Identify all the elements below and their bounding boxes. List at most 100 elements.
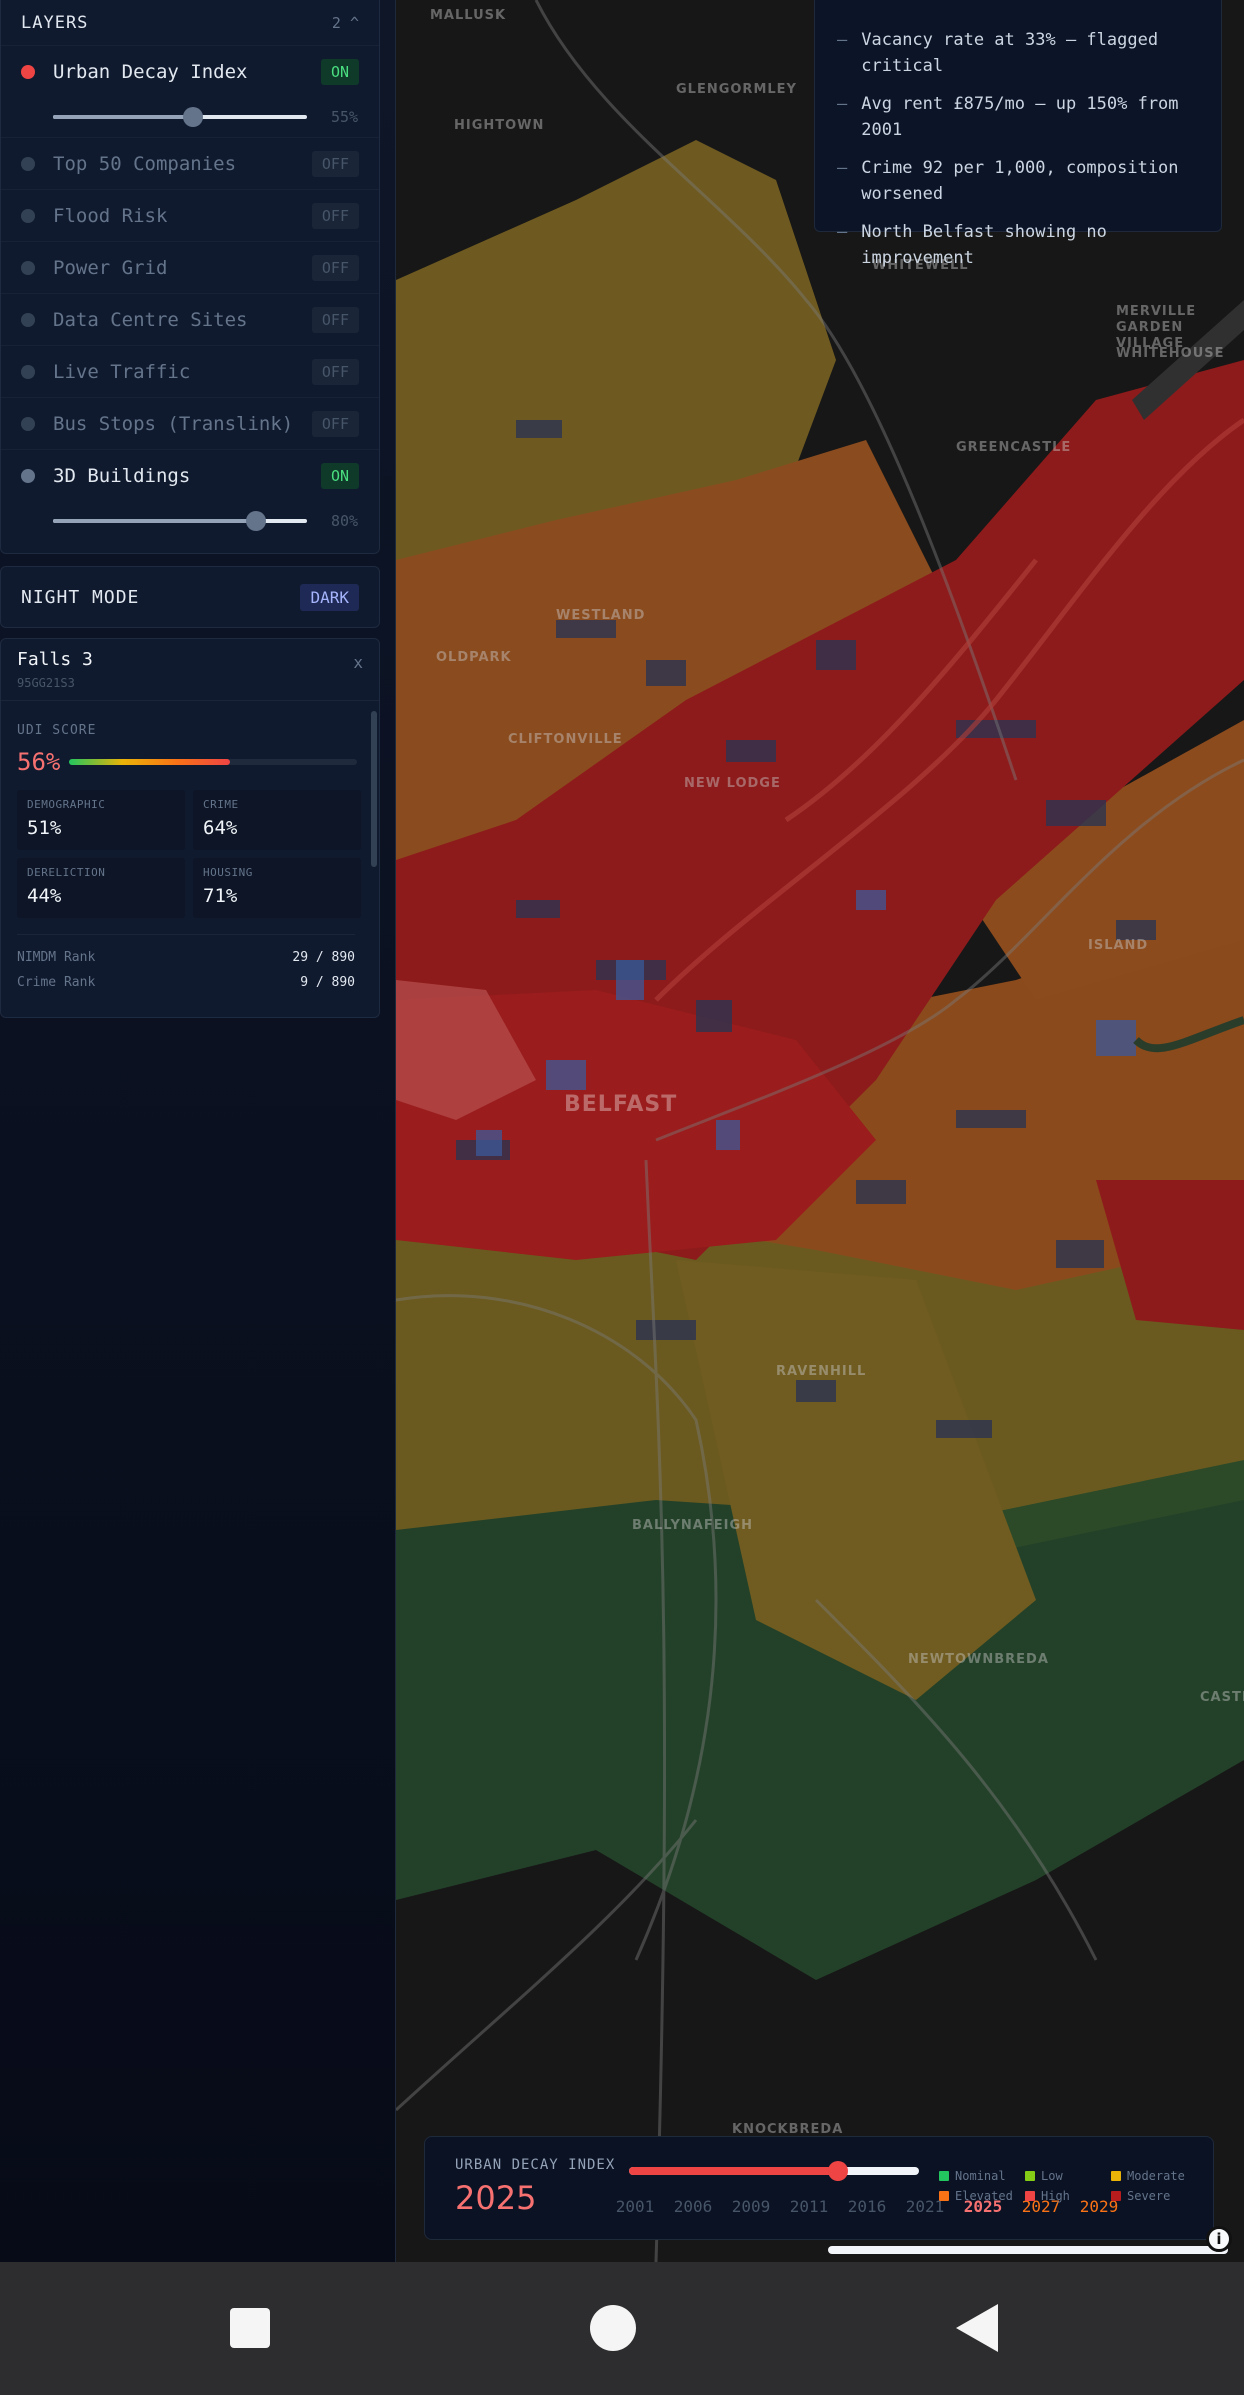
opacity-slider[interactable] [53, 511, 307, 531]
legend-item: Low [1025, 2169, 1063, 2183]
layers-title: LAYERS [21, 13, 89, 33]
layer-toggle[interactable]: ON [320, 462, 359, 489]
legend-swatch [1025, 2171, 1035, 2181]
bullet-dash: – [837, 158, 848, 178]
layers-header[interactable]: LAYERS 2 ^ [1, 1, 379, 45]
layer-row-data-centre-sites[interactable]: Data Centre Sites OFF [1, 293, 379, 345]
timeline-slider[interactable] [629, 2161, 919, 2181]
opacity-slider-thumb[interactable] [246, 511, 267, 531]
udi-score-row: 56% [17, 748, 379, 776]
legend-item: Severe [1111, 2189, 1170, 2203]
timeline-year-tick[interactable]: 2006 [674, 2197, 713, 2216]
layer-row-bus-stops[interactable]: Bus Stops (Translink) OFF [1, 397, 379, 449]
timeline-label: URBAN DECAY INDEX [455, 2157, 616, 2173]
metric-value: 64% [203, 817, 238, 839]
map-label: MERVILLE GARDEN VILLAGE [1116, 304, 1197, 351]
bullet-dash: – [837, 222, 848, 242]
opacity-value: 80% [331, 512, 359, 530]
legend-item: High [1025, 2189, 1070, 2203]
layer-status-dot [21, 156, 35, 171]
layer-toggle[interactable]: OFF [311, 306, 359, 333]
layer-toggle[interactable]: ON [320, 58, 359, 85]
timeline-year-tick[interactable]: 2011 [790, 2197, 829, 2216]
map-label: BELFAST [564, 1092, 678, 1117]
map-label: CASTLEREAGH [1200, 1690, 1244, 1705]
layer-row-3d-buildings[interactable]: 3D Buildings ON [1, 449, 379, 501]
timeline-year-tick[interactable]: 2016 [848, 2197, 887, 2216]
opacity-slider-fill [53, 115, 193, 119]
legend-item: Moderate [1111, 2169, 1185, 2183]
rank-value: 29 / 890 [292, 950, 355, 965]
layer-row-urban-decay-index[interactable]: Urban Decay Index ON [1, 45, 379, 97]
layer-name: Live Traffic [53, 360, 191, 383]
close-icon[interactable]: x [353, 653, 363, 672]
layer-name: Top 50 Companies [53, 152, 237, 175]
layer-toggle[interactable]: OFF [311, 358, 359, 385]
insight-text: Avg rent £875/mo — up 150% from 2001 [861, 94, 1179, 140]
map-label: WESTLAND [556, 608, 646, 623]
layer-name: Urban Decay Index [53, 60, 248, 83]
legend-swatch [939, 2191, 949, 2201]
layer-toggle[interactable]: OFF [311, 202, 359, 229]
layer-name: Data Centre Sites [53, 308, 248, 331]
insight-item: – North Belfast showing no improvement [837, 219, 1203, 271]
opacity-slider-row: 80% [1, 501, 379, 541]
metric-grid: DEMOGRAPHIC 51% CRIME 64% DERELICTION 44… [17, 790, 379, 918]
legend-label: Elevated [955, 2189, 1013, 2203]
layer-status-dot [21, 64, 35, 79]
timeline-year-tick[interactable]: 2001 [616, 2197, 655, 2216]
layer-toggle[interactable]: OFF [311, 254, 359, 281]
layer-toggle[interactable]: OFF [311, 410, 359, 437]
opacity-slider[interactable] [53, 107, 307, 127]
layer-status-dot [21, 260, 35, 275]
timeline-slider-thumb[interactable] [827, 2161, 848, 2181]
layer-toggle[interactable]: OFF [311, 150, 359, 177]
legend-label: Moderate [1127, 2169, 1185, 2183]
timeline-year-tick[interactable]: 2009 [732, 2197, 771, 2216]
info-icon[interactable]: i [1206, 2226, 1232, 2252]
metric-crime: CRIME 64% [193, 790, 361, 850]
layer-row-top-50-companies[interactable]: Top 50 Companies OFF [1, 137, 379, 189]
insight-item: – Crime 92 per 1,000, composition worsene… [837, 155, 1203, 207]
legend-label: Low [1041, 2169, 1063, 2183]
detail-scrollbar[interactable] [371, 711, 377, 867]
map-label: NEWTOWNBREDA [908, 1652, 1049, 1667]
insight-item: – Avg rent £875/mo — up 150% from 2001 [837, 91, 1203, 143]
legend-item: Elevated [939, 2189, 1013, 2203]
map-label: KNOCKBREDA [732, 2122, 844, 2137]
layer-row-live-traffic[interactable]: Live Traffic OFF [1, 345, 379, 397]
legend-label: Nominal [955, 2169, 1006, 2183]
insight-text: North Belfast showing no improvement [861, 222, 1107, 268]
map-label: HIGHTOWN [454, 118, 545, 133]
udi-score-bar-fill [69, 759, 231, 765]
map-label: MALLUSK [430, 8, 507, 23]
legend-item: Nominal [939, 2169, 1006, 2183]
layer-name: 3D Buildings [53, 464, 191, 487]
opacity-value: 55% [331, 108, 359, 126]
map-label: GLENGORMLEY [676, 82, 797, 97]
night-mode-label: NIGHT MODE [21, 586, 140, 608]
layers-count[interactable]: 2 ^ [332, 14, 359, 32]
rank-label: Crime Rank [17, 975, 96, 990]
recents-icon[interactable] [230, 2308, 270, 2348]
layer-row-power-grid[interactable]: Power Grid OFF [1, 241, 379, 293]
opacity-slider-row: 55% [1, 97, 379, 137]
back-icon[interactable] [956, 2304, 998, 2352]
insight-text: Vacancy rate at 33% — flagged critical [861, 30, 1159, 76]
metric-label: DERELICTION [27, 866, 106, 879]
legend-swatch [1111, 2171, 1121, 2181]
map-canvas[interactable]: MALLUSK GLENGORMLEY HIGHTOWN WHITEWELL M… [396, 0, 1244, 2262]
metric-value: 51% [27, 817, 62, 839]
layer-row-flood-risk[interactable]: Flood Risk OFF [1, 189, 379, 241]
layer-name: Power Grid [53, 256, 168, 279]
metric-value: 71% [203, 885, 238, 907]
metric-label: CRIME [203, 798, 239, 811]
opacity-slider-thumb[interactable] [182, 107, 203, 127]
night-mode-button[interactable]: DARK [300, 583, 359, 611]
map-label: NEW LODGE [684, 776, 781, 791]
timeline-year-ticks: 2001 2006 2009 2011 2016 2021 2025 2027 2029 [616, 2197, 1161, 2219]
home-icon[interactable] [590, 2305, 636, 2351]
metric-demographic: DEMOGRAPHIC 51% [17, 790, 185, 850]
map-label: BALLYNAFEIGH [632, 1518, 754, 1533]
metric-label: HOUSING [203, 866, 253, 879]
